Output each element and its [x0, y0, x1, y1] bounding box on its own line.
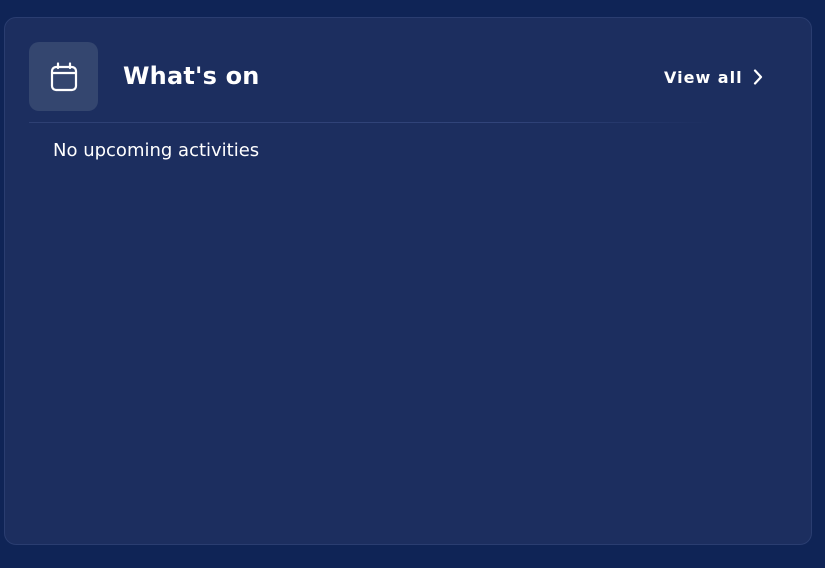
- empty-state-message: No upcoming activities: [53, 140, 260, 161]
- card-header: What's on View all: [5, 18, 811, 124]
- view-all-label: View all: [664, 67, 743, 87]
- header-divider: [29, 122, 713, 123]
- chevron-right-icon: [753, 69, 762, 85]
- view-all-link[interactable]: View all: [664, 64, 763, 90]
- whats-on-card: What's on View all No upcoming activitie…: [4, 17, 812, 545]
- card-title: What's on: [123, 62, 260, 90]
- calendar-icon: [50, 61, 77, 91]
- icon-box: [29, 42, 98, 111]
